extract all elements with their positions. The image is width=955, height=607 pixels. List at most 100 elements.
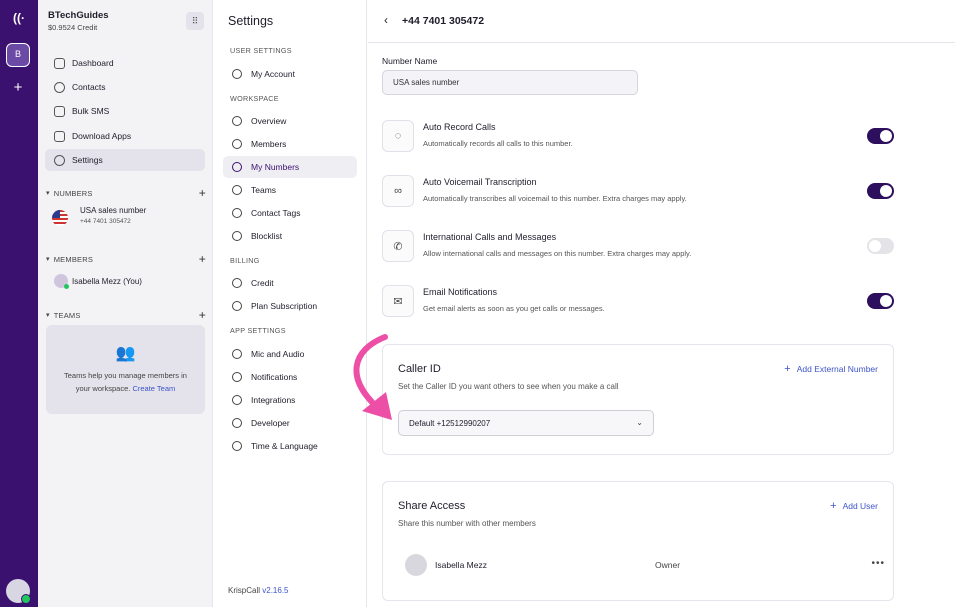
settings-item-time-language[interactable]: Time & Language: [223, 435, 357, 457]
credit-icon: [232, 278, 242, 288]
settings-item-label: Contact Tags: [251, 208, 301, 218]
settings-item-label: Time & Language: [251, 441, 318, 451]
add-external-number-button[interactable]: + Add External Number: [784, 363, 878, 375]
team-illustration-icon: 👥: [115, 345, 136, 362]
section-workspace: WORKSPACE: [230, 94, 279, 103]
members-section-header[interactable]: ▾ MEMBERS +: [46, 252, 206, 266]
section-user-settings: USER SETTINGS: [230, 46, 292, 55]
setting-title: International Calls and Messages: [423, 232, 557, 242]
setting-desc: Get email alerts as soon as you get call…: [423, 304, 605, 313]
sidebar-item-dashboard[interactable]: Dashboard: [45, 52, 205, 74]
voicemail-icon: ∞: [382, 175, 414, 207]
settings-title: Settings: [228, 14, 274, 28]
international-calls-toggle[interactable]: [867, 238, 894, 254]
numbers-section-header[interactable]: ▾ NUMBERS +: [46, 186, 206, 200]
settings-item-notifications[interactable]: Notifications: [223, 366, 357, 388]
phone-icon: [54, 130, 65, 142]
settings-item-developer[interactable]: Developer: [223, 412, 357, 434]
add-user-button[interactable]: + Add User: [830, 500, 878, 512]
sidebar: BTechGuides $0.9524 Credit ⠿ Dashboard C…: [38, 0, 213, 607]
sidebar-item-download-apps[interactable]: Download Apps: [45, 125, 205, 147]
settings-item-teams[interactable]: Teams: [223, 179, 357, 201]
user-avatar[interactable]: [6, 579, 31, 604]
sidebar-item-bulk-sms[interactable]: Bulk SMS: [45, 100, 205, 122]
section-label: TEAMS: [53, 310, 81, 320]
caller-id-title: Caller ID: [398, 363, 441, 375]
members-icon: [232, 139, 242, 149]
settings-item-credit[interactable]: Credit: [223, 272, 357, 294]
gear-icon: [54, 154, 65, 166]
settings-item-mic-audio[interactable]: Mic and Audio: [223, 343, 357, 365]
chevron-down-icon: ⌄: [636, 418, 643, 427]
section-app-settings: APP SETTINGS: [230, 326, 286, 335]
star-icon: [232, 301, 242, 311]
member-list-item[interactable]: Isabella Mezz (You): [54, 274, 142, 289]
sidebar-item-label: Contacts: [72, 82, 106, 92]
setting-title: Auto Voicemail Transcription: [423, 177, 537, 187]
header: ‹ +44 7401 305472: [368, 0, 955, 43]
sidebar-item-contacts[interactable]: Contacts: [45, 76, 205, 98]
workspace-switcher[interactable]: B: [6, 43, 30, 67]
settings-item-label: Members: [251, 139, 287, 149]
tag-icon: [232, 208, 242, 218]
setting-row-voicemail-transcription: ∞ Auto Voicemail Transcription Automatic…: [382, 175, 902, 209]
settings-item-plan-subscription[interactable]: Plan Subscription: [223, 295, 357, 317]
settings-item-label: Overview: [251, 116, 287, 126]
email-notifications-toggle[interactable]: [867, 293, 894, 309]
chevron-down-icon: ▾: [46, 190, 50, 197]
share-access-desc: Share this number with other members: [398, 519, 536, 528]
more-options-icon[interactable]: •••: [871, 558, 885, 569]
teams-empty-card: 👥 Teams help you manage members in your …: [46, 325, 205, 414]
setting-title: Auto Record Calls: [423, 122, 496, 132]
section-label: MEMBERS: [53, 254, 94, 264]
krispcall-logo-icon[interactable]: ((·: [10, 9, 28, 27]
teams-section-header[interactable]: ▾ TEAMS +: [46, 308, 206, 322]
settings-item-my-numbers[interactable]: My Numbers: [223, 156, 357, 178]
voicemail-transcription-toggle[interactable]: [867, 183, 894, 199]
setting-desc: Allow international calls and messages o…: [423, 249, 692, 258]
workspace-credit: $0.9524 Credit: [48, 23, 98, 32]
settings-item-blocklist[interactable]: Blocklist: [223, 225, 357, 247]
add-member-button[interactable]: +: [199, 252, 206, 266]
caller-id-select[interactable]: Default +12512990207 ⌄: [398, 410, 654, 436]
sidebar-item-settings[interactable]: Settings: [45, 149, 205, 171]
setting-row-email-notifications: ✉ Email Notifications Get email alerts a…: [382, 285, 902, 319]
sms-icon: [54, 105, 65, 117]
number-list-item[interactable]: USA sales number +44 7401 305472: [52, 206, 146, 226]
caller-id-desc: Set the Caller ID you want others to see…: [398, 382, 619, 391]
settings-item-members[interactable]: Members: [223, 133, 357, 155]
add-team-button[interactable]: +: [199, 308, 206, 322]
number-name-label: Number Name: [382, 56, 438, 66]
settings-item-label: Teams: [251, 185, 277, 195]
shared-user-name: Isabella Mezz: [435, 560, 487, 570]
member-name: Isabella Mezz (You): [72, 276, 142, 286]
share-access-title: Share Access: [398, 500, 466, 512]
number-name-input[interactable]: [382, 70, 638, 95]
phone-icon: [232, 162, 242, 172]
share-access-card: Share Access Share this number with othe…: [382, 481, 894, 601]
settings-item-label: Integrations: [251, 395, 296, 405]
back-arrow-icon[interactable]: ‹: [384, 13, 388, 27]
settings-item-integrations[interactable]: Integrations: [223, 389, 357, 411]
page-title: +44 7401 305472: [402, 15, 485, 27]
add-workspace-button[interactable]: +: [8, 78, 28, 98]
phone-call-icon: ✆: [382, 230, 414, 262]
setting-desc: Automatically records all calls to this …: [423, 139, 573, 148]
settings-item-overview[interactable]: Overview: [223, 110, 357, 132]
shared-user-row: Isabella Mezz Owner •••: [405, 554, 885, 576]
dialpad-icon[interactable]: ⠿: [186, 12, 204, 30]
sidebar-item-label: Download Apps: [72, 131, 132, 141]
settings-item-label: My Account: [251, 69, 295, 79]
add-number-button[interactable]: +: [199, 186, 206, 200]
setting-row-international: ✆ International Calls and Messages Allow…: [382, 230, 902, 264]
settings-item-my-account[interactable]: My Account: [223, 63, 357, 85]
contacts-icon: [54, 81, 65, 93]
settings-item-contact-tags[interactable]: Contact Tags: [223, 202, 357, 224]
auto-record-toggle[interactable]: [867, 128, 894, 144]
create-team-link[interactable]: Create Team: [132, 384, 175, 393]
bell-icon: [232, 372, 242, 382]
caller-id-value: Default +12512990207: [409, 418, 491, 428]
overview-icon: [232, 116, 242, 126]
setting-title: Email Notifications: [423, 287, 498, 297]
settings-item-label: Credit: [251, 278, 274, 288]
